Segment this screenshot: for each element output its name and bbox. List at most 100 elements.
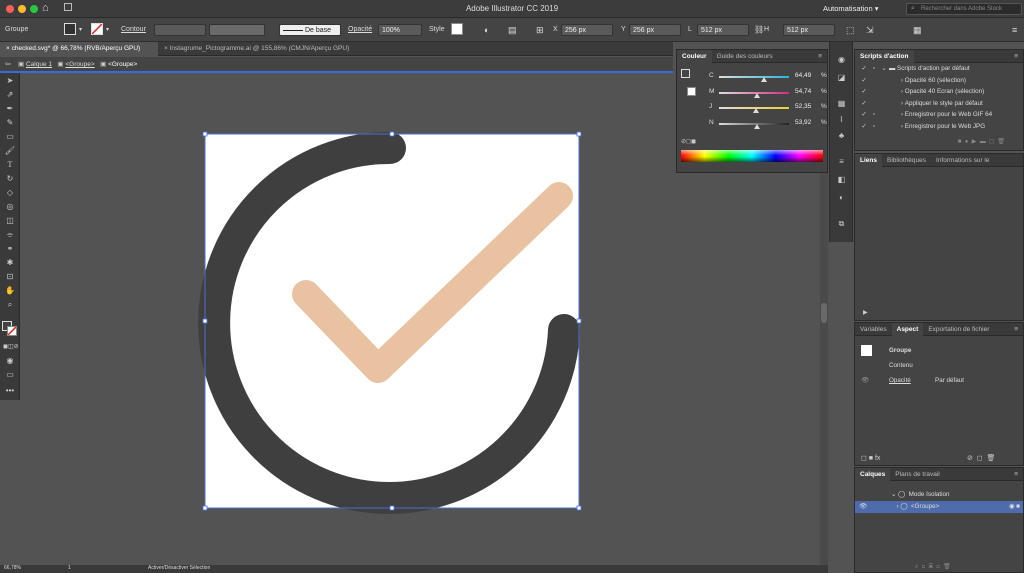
link-proportions-icon[interactable]: ⛓ xyxy=(754,24,764,36)
locate-icon[interactable]: ⌕ xyxy=(915,564,918,570)
close-icon[interactable]: × xyxy=(6,45,10,52)
draw-mode-icon[interactable]: ◉ xyxy=(3,355,17,367)
slider-thumb[interactable] xyxy=(761,77,768,82)
stroke-label[interactable]: Contour xyxy=(121,24,146,36)
action-set-row[interactable]: ✓ ▫ ⌄ ▬ Scripts d'action par défaut xyxy=(855,63,1023,75)
more-tools-icon[interactable]: ••• xyxy=(3,385,17,397)
chevron-right-icon[interactable]: › xyxy=(897,503,899,510)
y-position-input[interactable]: 256 px xyxy=(629,24,681,36)
workspace-switcher[interactable]: Automatisation ▾ xyxy=(823,4,878,13)
zoom-tool-icon[interactable]: ⌕ xyxy=(3,299,17,311)
action-item[interactable]: ✓ ▫ › Enregistrer pour le Web GIF 64 xyxy=(855,109,1023,121)
gradient-tool-icon[interactable]: ◫ xyxy=(3,215,17,227)
stroke-swatch[interactable] xyxy=(687,87,696,96)
panel-menu-icon[interactable]: ≡ xyxy=(813,50,827,63)
symbols-icon[interactable]: ♣ xyxy=(835,130,848,142)
chevron-right-icon[interactable]: › xyxy=(879,98,903,110)
panel-menu-icon[interactable]: ≡ xyxy=(1009,468,1023,481)
stop-icon[interactable]: ■ xyxy=(958,139,962,145)
checkmark-icon[interactable]: ✓ xyxy=(859,75,869,87)
checkmark-icon[interactable]: ✓ xyxy=(859,109,869,121)
brush-definition-field[interactable]: De base xyxy=(279,24,341,36)
direct-selection-tool-icon[interactable]: ⇗ xyxy=(3,89,17,101)
tab-variables[interactable]: Variables xyxy=(855,323,892,336)
none-white-black-swatches[interactable]: ⊘◻◼ xyxy=(681,138,696,145)
tab-informations[interactable]: Informations sur le xyxy=(931,154,994,167)
height-input[interactable]: 512 px xyxy=(783,24,835,36)
swatches-icon[interactable]: ▦ xyxy=(835,98,848,110)
channel-value[interactable]: 64,49 xyxy=(795,72,811,79)
color-guide-icon[interactable]: ◪ xyxy=(835,72,848,84)
stroke-color-swatch[interactable] xyxy=(7,326,17,336)
panel-menu-icon[interactable]: ≡ xyxy=(1012,24,1017,36)
tab-checked[interactable]: × checked.svg* @ 66,78% (RVB/Aperçu GPU) xyxy=(0,42,158,56)
chevron-down-icon[interactable]: ⌄ xyxy=(879,63,889,75)
pen-tool-icon[interactable]: ✒ xyxy=(3,103,17,115)
dialog-toggle-icon[interactable]: ▫ xyxy=(869,63,879,75)
hand-tool-icon[interactable]: ✋ xyxy=(3,285,17,297)
dialog-toggle-icon[interactable]: ▫ xyxy=(869,121,879,133)
isolate-icon[interactable]: ⇲ xyxy=(866,24,874,36)
zoom-level[interactable]: 66,78% xyxy=(4,565,21,571)
chevron-right-icon[interactable]: › xyxy=(879,109,903,121)
tab-exportation[interactable]: Exportation de fichier xyxy=(923,323,994,336)
stroke-weight-field[interactable] xyxy=(154,24,206,36)
checkmark-icon[interactable]: ✓ xyxy=(859,86,869,98)
chevron-right-icon[interactable]: › xyxy=(879,75,903,87)
duplicate-item-icon[interactable]: ◻ xyxy=(977,455,983,462)
fill-swatch[interactable] xyxy=(64,23,76,35)
breadcrumb-layer[interactable]: Calque 1 xyxy=(26,61,52,68)
curvature-tool-icon[interactable]: ✎ xyxy=(3,117,17,129)
dialog-toggle-icon[interactable]: ▫ xyxy=(869,109,879,121)
opacity-input[interactable]: 100% xyxy=(378,24,422,36)
fill-swatch[interactable] xyxy=(681,69,690,78)
breadcrumb-group-1[interactable]: <Groupe> xyxy=(65,61,94,68)
checkmark-icon[interactable]: ✓ xyxy=(859,98,869,110)
action-item[interactable]: ✓ › Opacité 60 (sélection) xyxy=(855,75,1023,87)
record-icon[interactable]: ● xyxy=(965,139,969,145)
tab-liens[interactable]: Liens xyxy=(855,154,882,167)
artboard-number[interactable]: 1 xyxy=(68,565,71,571)
slider-thumb[interactable] xyxy=(754,92,761,98)
trash-icon[interactable]: 🗑 xyxy=(997,139,1005,145)
tab-calques[interactable]: Calques xyxy=(855,468,891,481)
layer-row-isolation[interactable]: ⌄ ◯ Mode Isolation xyxy=(855,489,1023,501)
blend-tool-icon[interactable]: ⚭ xyxy=(3,243,17,255)
transform-reference-icon[interactable]: ⊞ xyxy=(536,24,544,36)
stroke-panel-icon[interactable]: ≡ xyxy=(835,156,848,168)
color-spectrum[interactable] xyxy=(681,150,823,162)
variable-width-field[interactable] xyxy=(209,24,265,36)
channel-value[interactable]: 52,35 xyxy=(795,103,811,110)
rotate-tool-icon[interactable]: ↻ xyxy=(3,173,17,185)
tab-instagrume[interactable]: × Instagrume_Pictogramme.ai @ 155,86% (C… xyxy=(158,42,355,56)
slider-thumb[interactable] xyxy=(752,108,759,113)
screen-mode-icon[interactable]: ▭ xyxy=(3,369,17,381)
add-stroke-icon[interactable]: ◻ xyxy=(861,455,867,462)
tab-bibliotheques[interactable]: Bibliothèques xyxy=(882,154,931,167)
align-icon[interactable]: ▤ xyxy=(508,24,517,36)
width-input[interactable]: 512 px xyxy=(697,24,749,36)
x-position-input[interactable]: 256 px xyxy=(561,24,613,36)
chevron-right-icon[interactable]: › xyxy=(879,121,903,133)
action-item[interactable]: ✓ › Appliquer le style par défaut xyxy=(855,98,1023,110)
trash-icon[interactable]: 🗑 xyxy=(943,564,951,570)
stock-search-input[interactable]: ⌕ Rechercher dans Adobe Stock xyxy=(906,3,1022,15)
new-sublayer-icon[interactable]: ▣ xyxy=(928,564,933,570)
brushes-icon[interactable]: ⌇ xyxy=(835,114,848,126)
symbol-sprayer-tool-icon[interactable]: ✱ xyxy=(3,257,17,269)
eraser-tool-icon[interactable]: ◇ xyxy=(3,187,17,199)
play-icon[interactable]: ▶ xyxy=(863,309,868,316)
selection-tool-icon[interactable]: ➤ xyxy=(3,75,17,87)
checkmark-icon[interactable]: ✓ xyxy=(859,63,869,75)
panel-menu-icon[interactable]: ≡ xyxy=(1009,323,1023,336)
trash-icon[interactable]: 🗑 xyxy=(986,455,995,462)
eye-icon[interactable]: 👁 xyxy=(859,503,867,510)
graphic-styles-icon[interactable]: ⧉ xyxy=(835,218,848,230)
scroll-thumb[interactable] xyxy=(821,303,827,323)
style-swatch[interactable] xyxy=(451,23,463,35)
status-info[interactable]: Activer/Désactiver Sélection xyxy=(148,565,210,571)
slider-thumb[interactable] xyxy=(753,123,760,129)
action-item[interactable]: ✓ ▫ › Enregistrer pour le Web JPG xyxy=(855,121,1023,133)
type-tool-icon[interactable]: T xyxy=(3,159,17,171)
eye-icon[interactable]: 👁 xyxy=(861,375,869,387)
